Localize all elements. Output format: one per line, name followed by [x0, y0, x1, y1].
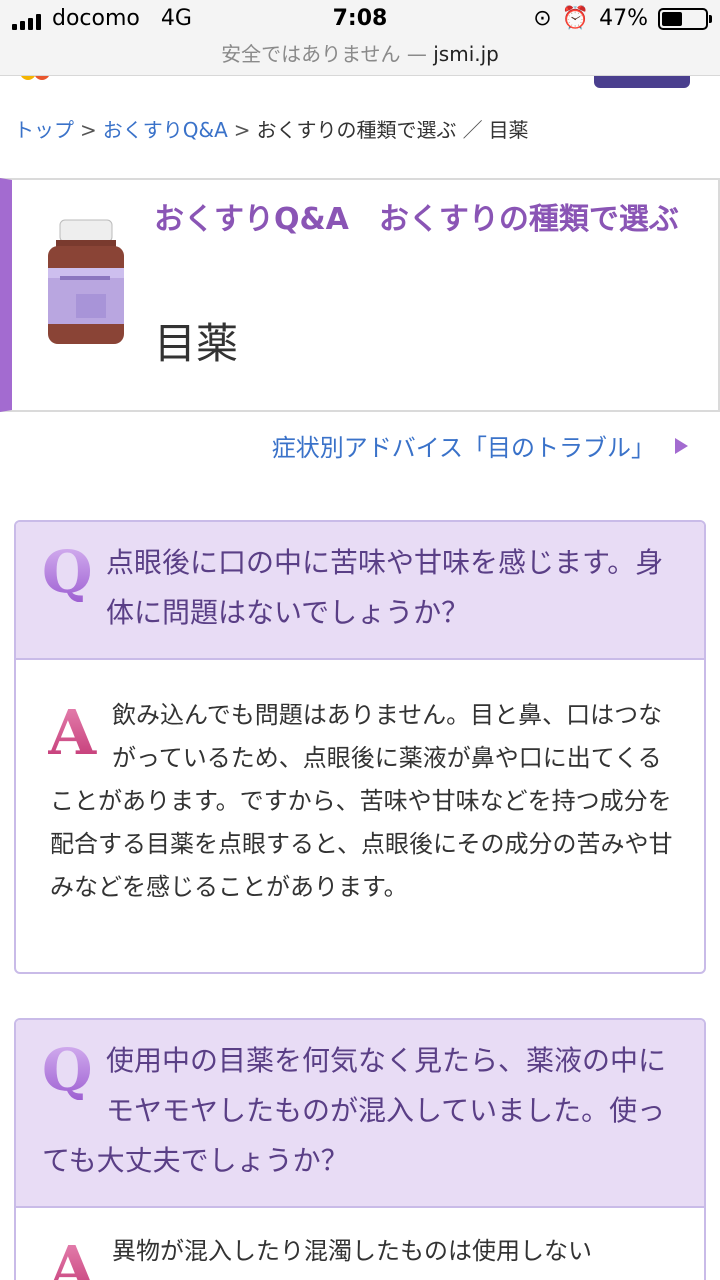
qa-card: Q 使用中の目薬を何気なく見たら、薬液の中にモヤモヤしたものが混入していました。…	[14, 1018, 706, 1280]
breadcrumb: トップ > おくすりQ&A > おくすりの種類で選ぶ／目薬	[14, 114, 529, 143]
svg-text:A: A	[48, 698, 97, 760]
a-badge-icon: A	[48, 1234, 97, 1280]
svg-text:Q: Q	[42, 1038, 93, 1100]
symptom-advice-label[interactable]: 症状別アドバイス「目のトラブル」	[272, 428, 655, 463]
breadcrumb-top[interactable]: トップ	[14, 118, 74, 142]
breadcrumb-qa[interactable]: おくすりQ&A	[103, 118, 228, 142]
breadcrumb-type: おくすりの種類で選ぶ	[256, 118, 457, 142]
category-heading: おくすりQ&A おくすりの種類で選ぶ	[154, 202, 679, 237]
site-logo-icon	[21, 76, 49, 80]
question-text: 使用中の目薬を何気なく見たら、薬液の中にモヤモヤしたものが混入していました。使っ…	[42, 1044, 667, 1177]
answer-text: 異物が混入したり混濁したものは使用しない	[112, 1237, 592, 1265]
medicine-bottle-icon	[48, 219, 124, 344]
answer-block: A 飲み込んでも問題はありません。目と鼻、口はつながっているため、点眼後に薬液が…	[16, 660, 704, 939]
q-badge-icon: Q	[42, 540, 93, 602]
page-title-box: おくすりQ&A おくすりの種類で選ぶ 目薬	[0, 178, 720, 412]
question-text: 点眼後に口の中に苦味や甘味を感じます。身体に問題はないでしょうか？	[106, 546, 664, 629]
alarm-icon: ⏰	[561, 6, 590, 31]
breadcrumb-separator: ／	[462, 118, 483, 142]
breadcrumb-separator: >	[80, 118, 97, 142]
url-bar[interactable]: 安全ではありません — jsmi.jp	[0, 38, 720, 67]
security-warning: 安全ではありません —	[221, 42, 427, 66]
battery-percent: 47%	[599, 6, 648, 31]
battery-icon	[658, 7, 712, 30]
orientation-lock-icon: ⊙	[533, 6, 552, 31]
answer-text: 飲み込んでも問題はありません。目と鼻、口はつながっているため、点眼後に薬液が鼻や…	[50, 701, 673, 901]
status-bar: docomo 4G 7:08 ⊙ ⏰ 47% 安全ではありません — jsmi.…	[0, 0, 720, 76]
question-block: Q 使用中の目薬を何気なく見たら、薬液の中にモヤモヤしたものが混入していました。…	[16, 1020, 704, 1208]
url-host: jsmi.jp	[433, 42, 499, 66]
svg-text:Q: Q	[42, 540, 93, 602]
svg-text:A: A	[48, 1234, 97, 1280]
symptom-advice-link[interactable]: 症状別アドバイス「目のトラブル」	[272, 428, 688, 463]
q-badge-icon: Q	[42, 1038, 93, 1100]
header-menu-button[interactable]	[594, 76, 690, 88]
a-badge-icon: A	[48, 698, 97, 760]
qa-card: Q 点眼後に口の中に苦味や甘味を感じます。身体に問題はないでしょうか？ A 飲み…	[14, 520, 706, 974]
breadcrumb-current: 目薬	[488, 118, 529, 142]
question-block: Q 点眼後に口の中に苦味や甘味を感じます。身体に問題はないでしょうか？	[16, 522, 704, 660]
answer-block: A 異物が混入したり混濁したものは使用しない	[16, 1208, 704, 1280]
page-title: 目薬	[154, 319, 239, 368]
triangle-arrow-icon	[675, 437, 688, 454]
site-header	[0, 76, 720, 94]
breadcrumb-separator: >	[233, 118, 251, 142]
